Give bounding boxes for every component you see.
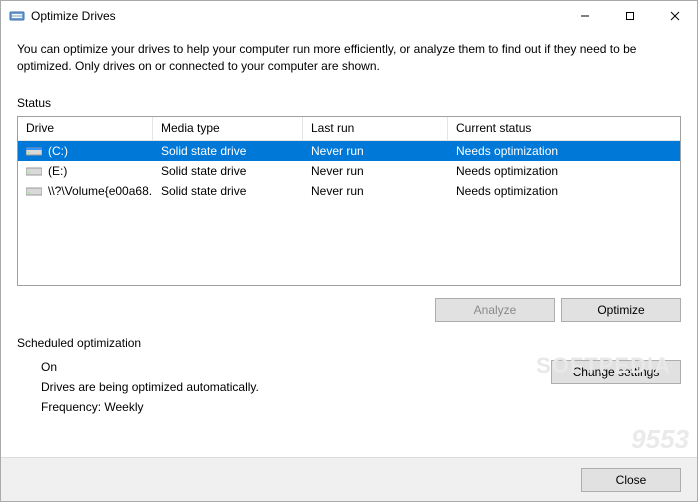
cell-last-run: Never run	[303, 184, 448, 198]
footer: Close	[1, 457, 697, 501]
drive-icon	[26, 165, 42, 177]
status-label: Status	[1, 92, 697, 116]
cell-last-run: Never run	[303, 164, 448, 178]
drive-icon	[26, 185, 42, 197]
cell-drive: \\?\Volume{e00a68...	[18, 184, 153, 198]
optimize-button[interactable]: Optimize	[561, 298, 681, 322]
cell-media: Solid state drive	[153, 144, 303, 158]
scheduled-state: On	[41, 360, 551, 374]
drive-list-header: Drive Media type Last run Current status	[18, 117, 680, 141]
column-header-drive[interactable]: Drive	[18, 117, 153, 140]
close-dialog-button[interactable]: Close	[581, 468, 681, 492]
scheduled-label: Scheduled optimization	[1, 322, 697, 350]
scheduled-body: On Drives are being optimized automatica…	[1, 350, 697, 420]
cell-status: Needs optimization	[448, 184, 680, 198]
system-drive-icon	[26, 145, 42, 157]
cell-last-run: Never run	[303, 144, 448, 158]
drive-name: (C:)	[48, 144, 68, 158]
app-icon	[9, 8, 25, 24]
cell-status: Needs optimization	[448, 164, 680, 178]
column-header-status[interactable]: Current status	[448, 117, 680, 140]
scheduled-freq: Frequency: Weekly	[41, 400, 551, 414]
drive-name: (E:)	[48, 164, 67, 178]
analyze-button[interactable]: Analyze	[435, 298, 555, 322]
cell-media: Solid state drive	[153, 184, 303, 198]
cell-status: Needs optimization	[448, 144, 680, 158]
table-row[interactable]: \\?\Volume{e00a68...Solid state driveNev…	[18, 181, 680, 201]
drive-name: \\?\Volume{e00a68...	[48, 184, 153, 198]
column-header-media[interactable]: Media type	[153, 117, 303, 140]
close-button[interactable]	[652, 1, 697, 30]
maximize-button[interactable]	[607, 1, 652, 30]
table-row[interactable]: (E:) Solid state driveNever runNeeds opti…	[18, 161, 680, 181]
change-settings-button[interactable]: Change settings	[551, 360, 681, 384]
cell-drive: (C:)	[18, 144, 153, 158]
window-title: Optimize Drives	[31, 9, 562, 23]
window-controls	[562, 1, 697, 30]
scheduled-desc: Drives are being optimized automatically…	[41, 380, 551, 394]
description-text: You can optimize your drives to help you…	[1, 31, 697, 92]
minimize-button[interactable]	[562, 1, 607, 30]
cell-media: Solid state drive	[153, 164, 303, 178]
titlebar: Optimize Drives	[1, 1, 697, 31]
table-row[interactable]: (C:) Solid state driveNever runNeeds opti…	[18, 141, 680, 161]
action-row: Analyze Optimize	[1, 286, 697, 322]
cell-drive: (E:)	[18, 164, 153, 178]
watermark-site: 9553	[631, 424, 689, 455]
column-header-last[interactable]: Last run	[303, 117, 448, 140]
drive-listview[interactable]: Drive Media type Last run Current status…	[17, 116, 681, 286]
